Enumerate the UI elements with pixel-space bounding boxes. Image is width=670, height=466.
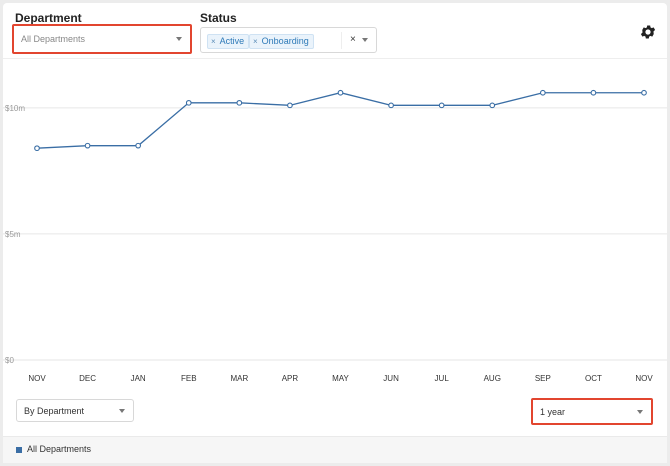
x-tick-label: JUL	[435, 374, 450, 383]
chart-card: Department All Departments Status × Activ…	[3, 3, 667, 463]
x-tick-label: SEP	[535, 374, 551, 383]
data-point	[337, 89, 344, 96]
data-point	[590, 89, 597, 96]
series-line	[36, 92, 644, 149]
x-tick-label: DEC	[79, 374, 96, 383]
x-tick-label: MAR	[230, 374, 248, 383]
group-by-select[interactable]: By Department	[16, 399, 134, 422]
time-range-value: 1 year	[540, 406, 566, 417]
x-tick-label: MAY	[332, 374, 349, 383]
data-point	[438, 102, 445, 109]
data-point	[287, 102, 293, 109]
x-tick-label: NOV	[28, 374, 46, 383]
data-point	[489, 102, 496, 109]
group-by-value: By Department	[24, 405, 85, 416]
x-tick-label: JAN	[131, 374, 146, 383]
chevron-down-icon	[637, 409, 643, 414]
legend-label: All Departments	[27, 444, 92, 454]
line-chart: $0 $5m $10m NOV DEC JAN FEB MAR APR MAY JUN JUL AUG S…	[3, 89, 667, 383]
y-tick-label: $10m	[5, 104, 25, 113]
legend-swatch	[16, 447, 22, 453]
x-tick-label: JUN	[383, 374, 399, 383]
legend-bar: All Departments	[3, 436, 667, 463]
data-point	[539, 89, 546, 96]
x-tick-label: NOV	[635, 374, 653, 383]
data-point	[388, 102, 394, 109]
data-point	[135, 142, 142, 149]
y-tick-label: $5m	[5, 230, 21, 239]
x-tick-label: OCT	[585, 374, 602, 383]
chevron-down-icon	[119, 408, 125, 413]
x-tick-label: AUG	[484, 374, 501, 383]
data-point	[641, 89, 647, 96]
data-point	[84, 142, 91, 149]
data-point	[185, 99, 192, 106]
x-tick-label: APR	[282, 374, 299, 383]
x-tick-label: FEB	[181, 374, 197, 383]
time-range-select[interactable]: 1 year	[531, 398, 653, 425]
data-point	[236, 99, 243, 106]
y-tick-label: $0	[5, 356, 14, 365]
data-point	[34, 145, 40, 152]
